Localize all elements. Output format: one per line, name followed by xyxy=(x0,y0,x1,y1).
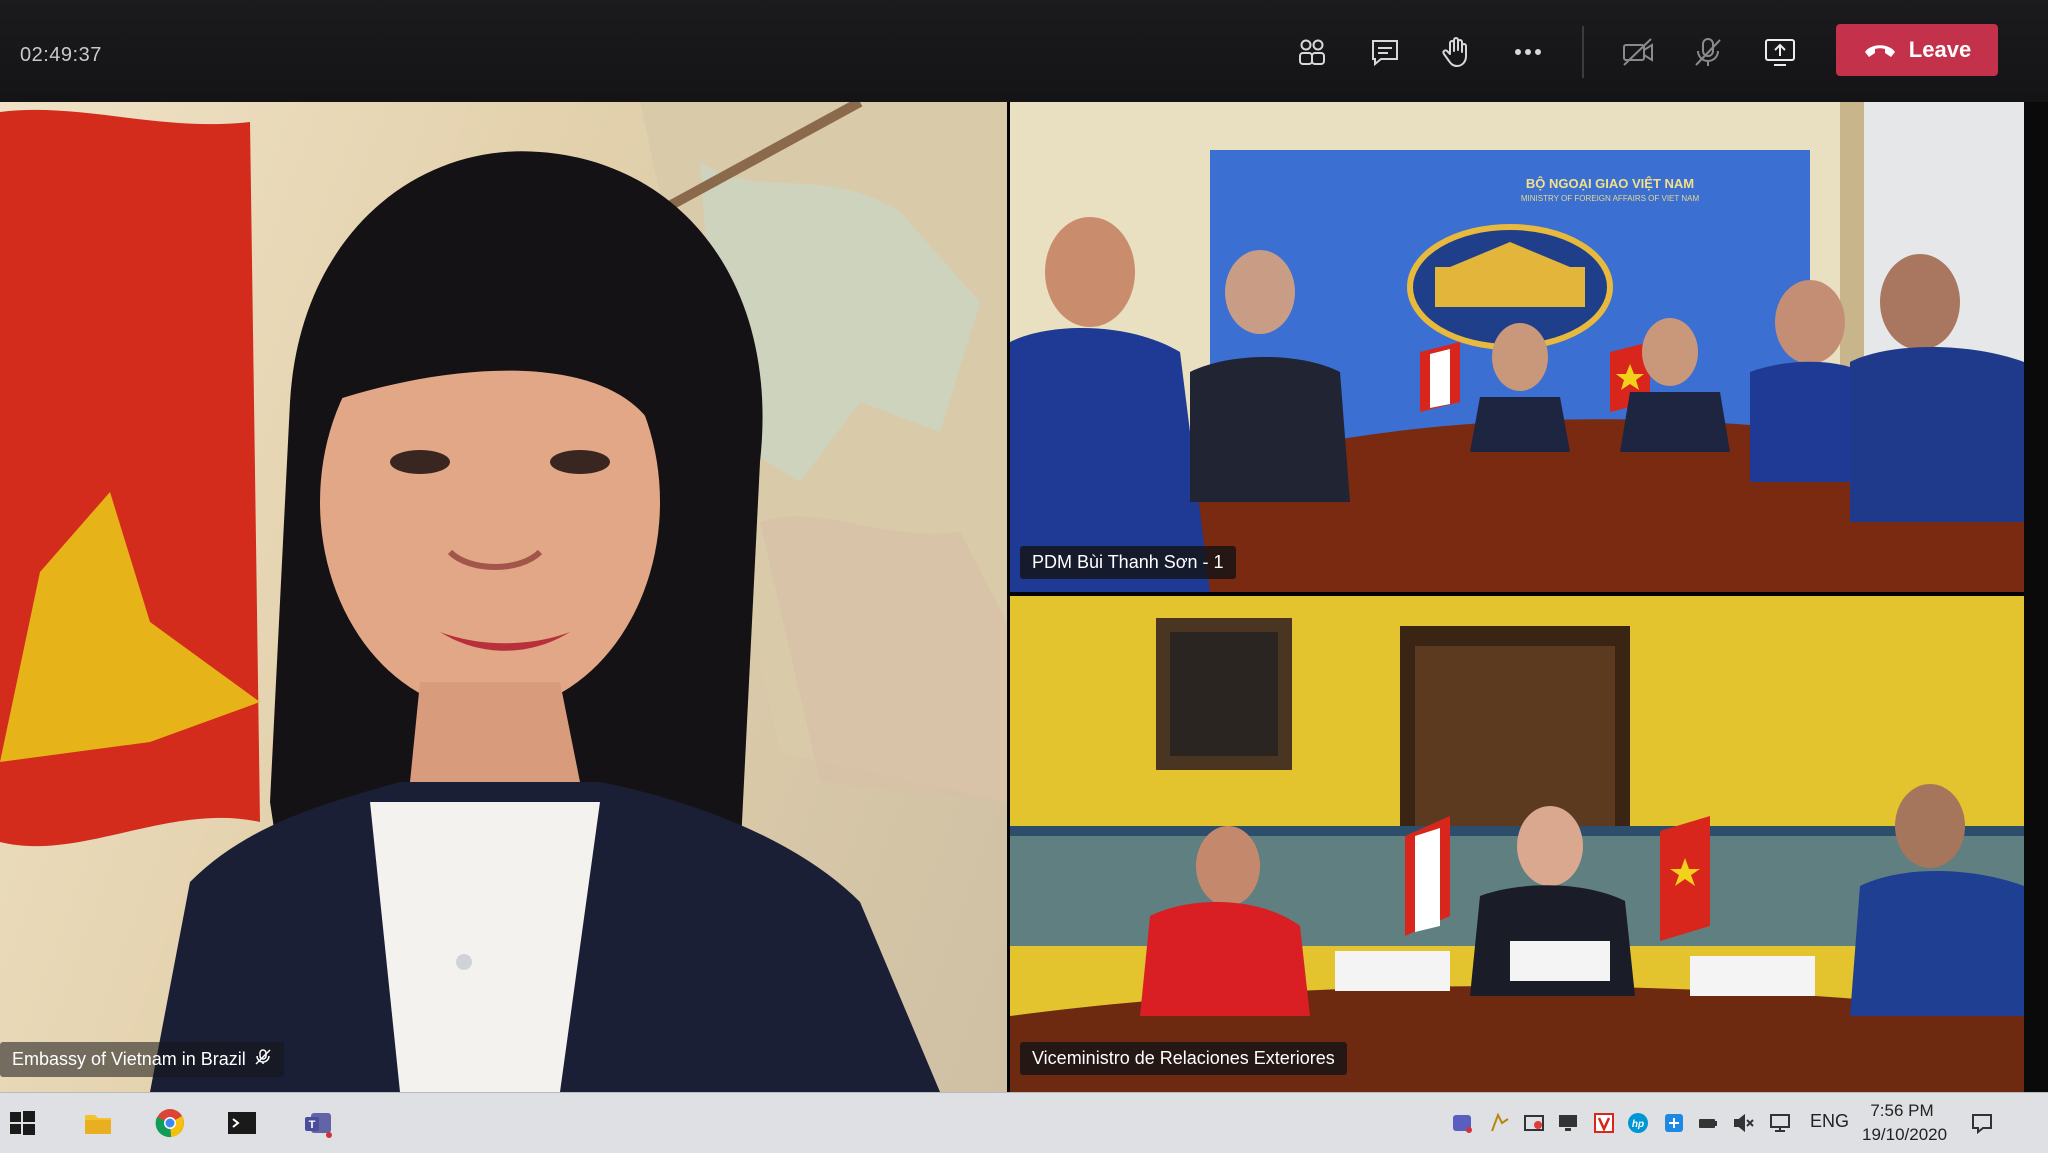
chrome-icon[interactable] xyxy=(150,1103,190,1143)
battery-tray-icon[interactable] xyxy=(1694,1109,1722,1137)
banner-title: BỘ NGOẠI GIAO VIỆT NAM xyxy=(1525,176,1695,191)
teams-icon[interactable]: T xyxy=(298,1103,338,1143)
teams-tray-icon[interactable] xyxy=(1448,1109,1476,1137)
network-tray-icon[interactable] xyxy=(1766,1109,1794,1137)
system-clock[interactable]: 7:56 PM 19/10/2020 xyxy=(1862,1099,1948,1147)
svg-text:hp: hp xyxy=(1632,1119,1644,1130)
call-timer: 02:49:37 xyxy=(20,44,102,66)
participant-name-tag: Viceministro de Relaciones Exteriores xyxy=(1020,1042,1347,1075)
windows-start-icon[interactable] xyxy=(2,1103,42,1143)
chat-icon[interactable] xyxy=(1365,32,1405,72)
leave-button[interactable]: Leave xyxy=(1836,24,1998,76)
more-options-icon[interactable] xyxy=(1508,32,1548,72)
participant-name-tag: Embassy of Vietnam in Brazil xyxy=(0,1042,284,1077)
clock-date: 19/10/2020 xyxy=(1862,1125,1948,1144)
peru-delegation-scene xyxy=(1010,596,2024,1092)
hp-tray-icon[interactable]: hp xyxy=(1624,1109,1652,1137)
svg-text:T: T xyxy=(309,1119,316,1131)
banner-subtitle: MINISTRY OF FOREIGN AFFAIRS OF VIET NAM xyxy=(1520,194,1700,203)
call-control-bar: 02:49:37 Leave xyxy=(0,0,2048,102)
display-tray-icon[interactable] xyxy=(1554,1109,1582,1137)
participant-name: Embassy of Vietnam in Brazil xyxy=(12,1049,246,1069)
terminal-icon[interactable] xyxy=(222,1103,262,1143)
embassy-video-scene xyxy=(0,102,1007,1092)
windows-taskbar: T hp ENG 7:56 PM 19/10/2020 xyxy=(0,1092,2048,1153)
mic-muted-icon xyxy=(254,1048,272,1071)
file-explorer-icon[interactable] xyxy=(78,1103,118,1143)
hang-up-icon xyxy=(1864,45,1895,57)
video-tile-embassy[interactable]: Embassy of Vietnam in Brazil xyxy=(0,102,1007,1092)
video-tile-peru-delegation[interactable]: Viceministro de Relaciones Exteriores xyxy=(1010,596,2024,1092)
antivirus-tray-icon[interactable] xyxy=(1590,1109,1618,1137)
security-tray-icon[interactable] xyxy=(1520,1109,1548,1137)
notifications-icon[interactable] xyxy=(1968,1109,1996,1137)
network-app-tray-icon[interactable] xyxy=(1660,1109,1688,1137)
participants-icon[interactable] xyxy=(1292,32,1332,72)
video-tile-vietnam-delegation[interactable]: BỘ NGOẠI GIAO VIỆT NAM MINISTRY OF FOREI… xyxy=(1010,102,2024,592)
participant-name: PDM Bùi Thanh Sơn - 1 xyxy=(1032,552,1224,572)
input-language[interactable]: ENG xyxy=(1810,1111,1849,1132)
participant-name: Viceministro de Relaciones Exteriores xyxy=(1032,1048,1335,1068)
raise-hand-icon[interactable] xyxy=(1436,32,1476,72)
mic-off-icon[interactable] xyxy=(1688,32,1728,72)
clock-time: 7:56 PM xyxy=(1870,1101,1934,1120)
toolbar-divider xyxy=(1582,26,1584,78)
participant-name-tag: PDM Bùi Thanh Sơn - 1 xyxy=(1020,546,1236,579)
share-screen-icon[interactable] xyxy=(1760,32,1800,72)
volume-muted-icon[interactable] xyxy=(1730,1109,1758,1137)
window-edge xyxy=(2024,102,2048,1092)
camera-off-icon[interactable] xyxy=(1618,32,1658,72)
keyboard-tray-icon[interactable] xyxy=(1486,1109,1514,1137)
leave-label: Leave xyxy=(1908,37,1972,62)
